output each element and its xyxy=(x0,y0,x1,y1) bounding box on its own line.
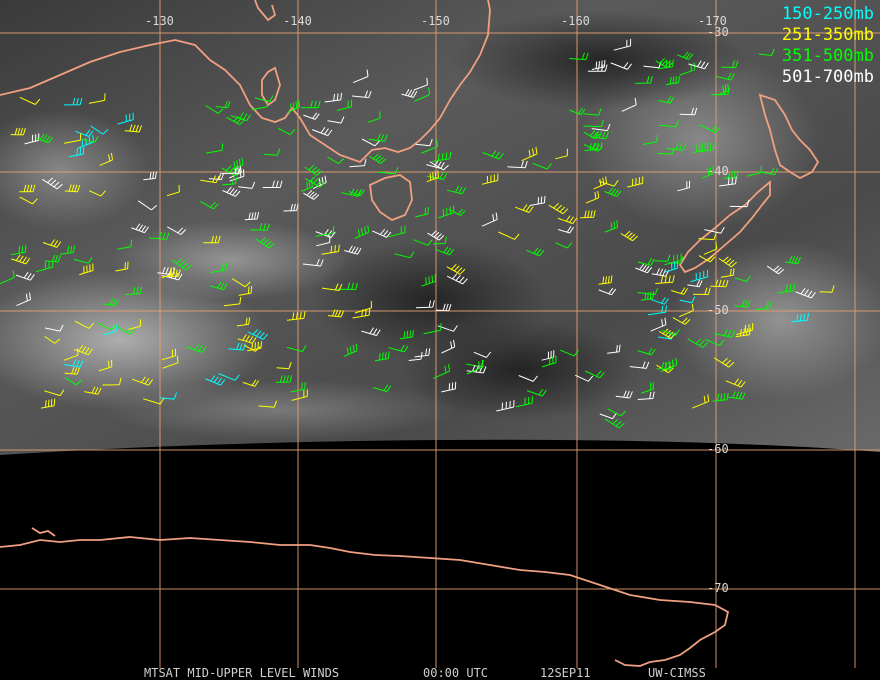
legend-501-700mb: 501-700mb xyxy=(781,67,874,87)
footer-date: 12SEP11 xyxy=(540,666,591,680)
lat-label-50: -50 xyxy=(707,303,729,317)
footer-time: 00:00 UTC xyxy=(423,666,489,680)
lon-label-140: -140 xyxy=(283,14,312,28)
footer-source: UW-CIMSS xyxy=(648,666,706,680)
legend-351-500mb: 351-500mb xyxy=(781,46,874,66)
footer-product: MTSAT MID-UPPER LEVEL WINDS xyxy=(144,666,340,680)
lat-label-60: -60 xyxy=(707,442,729,456)
lat-label-40: -40 xyxy=(707,164,729,178)
lon-label-130: -130 xyxy=(145,14,174,28)
legend-150-250mb: 150-250mb xyxy=(781,4,874,24)
lat-label-30: -30 xyxy=(707,25,729,39)
pressure-legend: 150-250mb 251-350mb 351-500mb 501-700mb xyxy=(782,4,874,88)
legend-251-350mb: 251-350mb xyxy=(781,25,874,45)
satellite-wind-map xyxy=(0,0,880,680)
lat-label-70: -70 xyxy=(707,581,729,595)
lon-label-150: -150 xyxy=(421,14,450,28)
footer-caption: MTSAT MID-UPPER LEVEL WINDS 00:00 UTC 12… xyxy=(0,666,880,680)
lon-label-160: -160 xyxy=(561,14,590,28)
